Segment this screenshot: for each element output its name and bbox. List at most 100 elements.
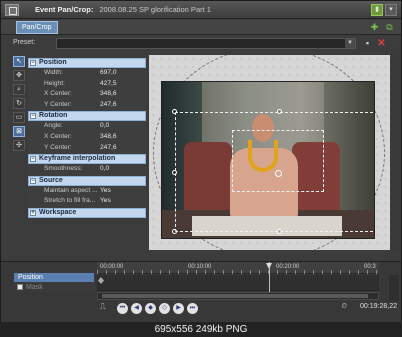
- window-menu-icon[interactable]: ▾: [385, 4, 397, 16]
- property-value[interactable]: Yes: [100, 197, 111, 204]
- property-value[interactable]: Yes: [100, 187, 111, 194]
- playhead-cursor[interactable]: [269, 262, 270, 294]
- property-row[interactable]: Smoothness: 0,0: [28, 164, 146, 175]
- property-value[interactable]: 348,6: [100, 133, 117, 140]
- property-row[interactable]: X Center: 348,6: [28, 89, 146, 100]
- image-caption: 695x556 249kb PNG: [0, 322, 402, 337]
- property-label: Y Center:: [44, 143, 72, 151]
- video-frame-preview: [161, 81, 375, 239]
- property-label: Angle:: [44, 122, 63, 130]
- scrollbar-thumb[interactable]: [102, 294, 368, 298]
- effect-chain-icon[interactable]: ⧉: [384, 22, 395, 33]
- track-position[interactable]: Position: [14, 273, 94, 282]
- section-title: Keyframe interpolation: [39, 155, 116, 163]
- crop-handle[interactable]: [277, 229, 282, 234]
- timecode-icon: ⏲: [341, 303, 347, 310]
- section-title: Rotation: [39, 112, 68, 120]
- property-value[interactable]: 348,6: [100, 90, 117, 97]
- property-row[interactable]: Width: 697,0: [28, 68, 146, 79]
- lock-aspect-icon[interactable]: ▭: [13, 112, 25, 123]
- normal-edit-tool-icon[interactable]: ↖: [13, 56, 25, 67]
- property-row[interactable]: Y Center: 247,6: [28, 100, 146, 111]
- collapse-icon[interactable]: −: [30, 60, 36, 66]
- add-effect-icon[interactable]: ✚: [369, 22, 380, 33]
- collapse-icon[interactable]: −: [30, 113, 36, 120]
- window-title: Event Pan/Crop:: [35, 5, 94, 14]
- keyframe-transport: ⏮ ◀ ◆ ◇ ▶ ⏭: [117, 302, 198, 314]
- next-keyframe-icon[interactable]: ▶: [173, 302, 184, 314]
- keyframe-timeline: Position Mask 00:00:00 00:10:00 00:20:00…: [1, 261, 401, 323]
- expand-icon[interactable]: +: [30, 209, 36, 216]
- save-preset-icon[interactable]: ▪: [362, 38, 373, 49]
- sync-cursor-icon[interactable]: ⎍: [100, 302, 110, 313]
- crop-handle[interactable]: [172, 229, 177, 234]
- property-row[interactable]: Stretch to fill fra... Yes: [28, 196, 146, 207]
- property-row[interactable]: Angle: 0,0: [28, 121, 146, 132]
- delete-preset-icon[interactable]: ✕: [376, 38, 387, 49]
- property-value[interactable]: 697,0: [100, 69, 117, 76]
- crop-handle[interactable]: [172, 170, 177, 175]
- bypass-toggle-icon[interactable]: ▮: [371, 4, 383, 16]
- tab-row: Pan/Crop ✚ ⧉: [1, 20, 401, 35]
- property-label: Width:: [44, 69, 63, 76]
- property-label: X Center:: [44, 90, 72, 98]
- ruler-ticks: [97, 270, 379, 274]
- property-value[interactable]: 247,6: [100, 101, 117, 108]
- pan-crop-viewport[interactable]: [149, 55, 390, 250]
- rotate-tool-icon[interactable]: ↻: [13, 98, 25, 109]
- section-title: Workspace: [39, 208, 77, 216]
- property-row[interactable]: Height: 427,5: [28, 79, 146, 90]
- property-value[interactable]: 427,5: [100, 80, 117, 87]
- size-about-center-icon[interactable]: ⊠: [13, 126, 25, 137]
- crop-handle[interactable]: [277, 109, 282, 114]
- move-tool-icon[interactable]: ✥: [13, 70, 25, 81]
- property-label: Stretch to fill fra...: [44, 197, 96, 205]
- property-value[interactable]: 0,0: [100, 122, 109, 129]
- last-keyframe-icon[interactable]: ⏭: [187, 302, 198, 314]
- crop-inner-guide: [232, 130, 324, 192]
- property-value[interactable]: 0,0: [100, 165, 109, 172]
- event-name: 2008.08.25 SP glorification Part 1: [99, 5, 211, 14]
- tab-row-icons: ✚ ⧉: [369, 22, 395, 33]
- collapse-icon[interactable]: −: [30, 177, 36, 184]
- preset-label: Preset:: [13, 39, 36, 46]
- previous-keyframe-icon[interactable]: ◀: [131, 302, 142, 314]
- property-row[interactable]: Maintain aspect ... Yes: [28, 186, 146, 197]
- section-position[interactable]: − Position: [28, 58, 146, 68]
- tool-strip: ↖ ✥ ⌕ ↻ ▭ ⊠ ✣: [13, 56, 27, 151]
- title-buttons: ▮ ▾: [371, 4, 397, 16]
- delete-keyframe-icon[interactable]: ◇: [159, 302, 170, 314]
- pan-crop-window: Event Pan/Crop: 2008.08.25 SP glorificat…: [0, 0, 402, 323]
- section-workspace[interactable]: + Workspace: [28, 207, 146, 218]
- property-label: Smoothness:: [44, 165, 83, 173]
- crop-handle[interactable]: [172, 109, 177, 114]
- section-keyframe-interpolation[interactable]: − Keyframe interpolation: [28, 154, 146, 165]
- keyframe-track[interactable]: [97, 275, 379, 291]
- property-label: Maintain aspect ...: [44, 186, 98, 194]
- add-keyframe-icon[interactable]: ◆: [145, 302, 156, 314]
- title-bar: Event Pan/Crop: 2008.08.25 SP glorificat…: [1, 1, 401, 19]
- pan-crop-app-icon: [5, 3, 19, 16]
- zoom-tool-icon[interactable]: ⌕: [13, 84, 25, 95]
- property-row[interactable]: X Center: 348,6: [28, 132, 146, 143]
- property-label: Height:: [44, 79, 65, 87]
- tab-pan-crop[interactable]: Pan/Crop: [16, 21, 58, 34]
- preset-dropdown[interactable]: ▼: [56, 38, 356, 49]
- center-point-icon[interactable]: [275, 170, 282, 177]
- section-title: Position: [39, 59, 67, 66]
- move-freely-icon[interactable]: ✣: [13, 140, 25, 151]
- property-row[interactable]: Y Center: 247,6: [28, 143, 146, 154]
- collapse-icon[interactable]: −: [30, 156, 36, 163]
- timeline-scrollbar[interactable]: [97, 292, 379, 300]
- property-value[interactable]: 247,6: [100, 144, 117, 151]
- section-rotation[interactable]: − Rotation: [28, 111, 146, 122]
- chevron-down-icon[interactable]: ▼: [345, 39, 355, 48]
- timeline-vertical-scrollbar[interactable]: [389, 275, 399, 301]
- property-panel: − Position Width: 697,0 Height: 427,5 X Cen…: [28, 57, 146, 218]
- viewport-scrollbar[interactable]: [390, 55, 400, 250]
- first-keyframe-icon[interactable]: ⏮: [117, 302, 128, 314]
- preset-row: Preset: ▼ ▪ ✕: [1, 36, 401, 51]
- track-mask[interactable]: Mask: [14, 283, 94, 292]
- section-source[interactable]: − Source: [28, 175, 146, 186]
- property-label: Y Center:: [44, 100, 72, 108]
